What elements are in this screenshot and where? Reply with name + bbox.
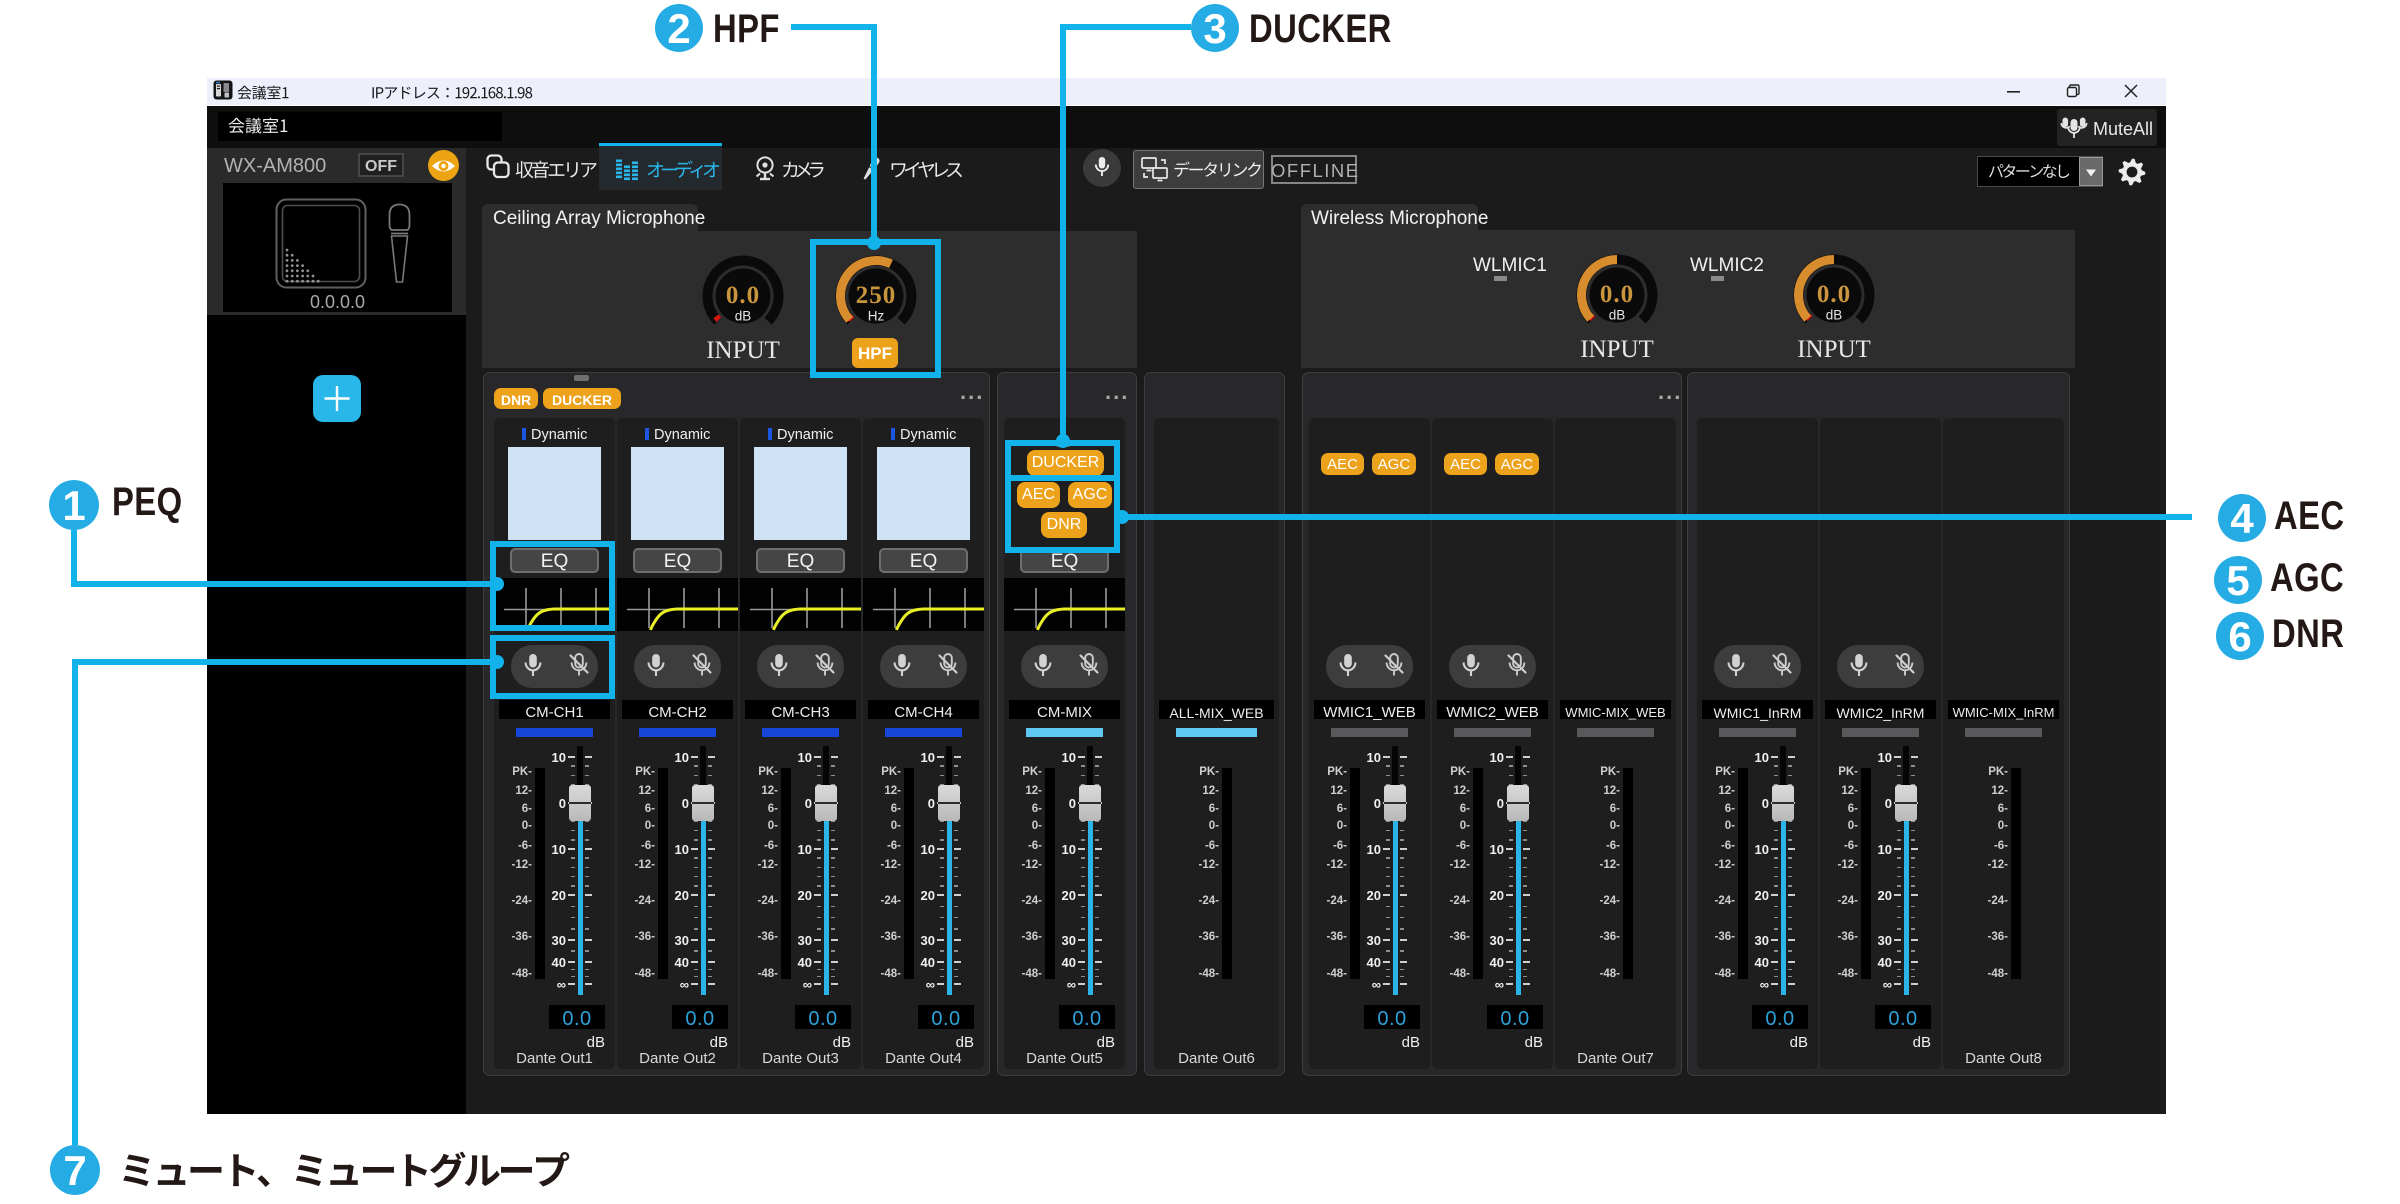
svg-text:dB: dB — [1609, 308, 1626, 323]
svg-text:0.0: 0.0 — [1817, 281, 1851, 308]
svg-text:0.0: 0.0 — [726, 282, 760, 309]
svg-text:0.0: 0.0 — [1600, 281, 1634, 308]
svg-text:dB: dB — [735, 309, 752, 324]
svg-text:dB: dB — [1826, 308, 1843, 323]
